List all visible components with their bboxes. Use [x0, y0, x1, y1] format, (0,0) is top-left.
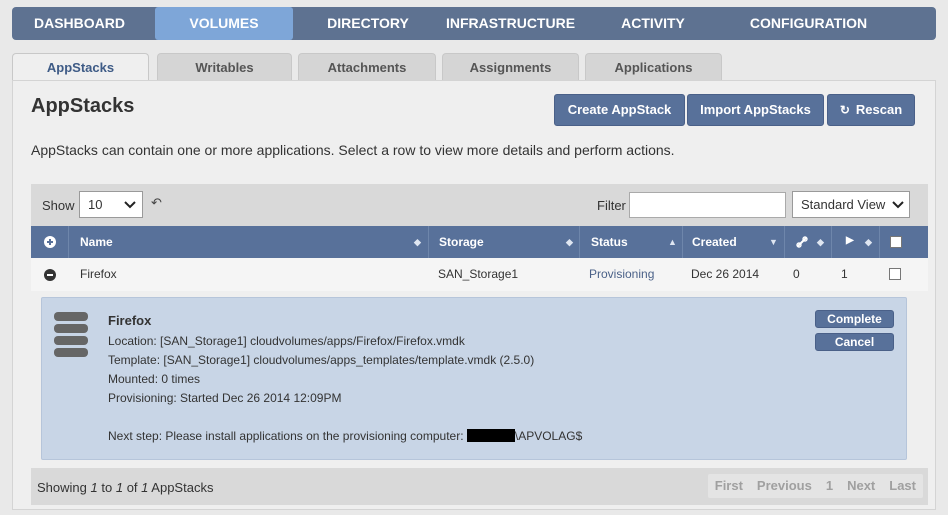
tab-appstacks[interactable]: AppStacks — [12, 53, 149, 81]
table-toolbar: Show 10 ↶ Filter Standard View — [31, 184, 928, 226]
showing-total: 1 — [141, 480, 149, 495]
view-select[interactable]: Standard View — [792, 191, 910, 218]
tab-writables[interactable]: Writables — [157, 53, 292, 80]
cell-status: Provisioning — [589, 267, 655, 281]
pager-first[interactable]: First — [708, 474, 750, 498]
refresh-icon: ↻ — [839, 103, 850, 117]
detail-title: Firefox — [108, 313, 152, 328]
tab-attachments[interactable]: Attachments — [298, 53, 436, 80]
link-icon[interactable] — [796, 236, 808, 248]
column-header-storage[interactable]: Storage — [439, 226, 484, 258]
main-panel: AppStacks Create AppStack Import AppStac… — [12, 80, 936, 510]
import-appstacks-button[interactable]: Import AppStacks — [687, 94, 824, 126]
detail-next-step: Next step: Please install applications o… — [108, 429, 582, 443]
showing-of: of — [126, 480, 138, 495]
sort-ascending-icon[interactable]: ▲ — [668, 236, 677, 248]
table-row[interactable]: Firefox SAN_Storage1 Provisioning Dec 26… — [31, 258, 928, 291]
showing-start: 1 — [90, 480, 98, 495]
pager-previous[interactable]: Previous — [750, 474, 819, 498]
column-header-name[interactable]: Name — [80, 226, 113, 258]
cell-applications: 1 — [841, 267, 848, 281]
sort-icon[interactable]: ◆ — [566, 236, 573, 248]
select-all-checkbox[interactable] — [890, 236, 902, 248]
filter-input[interactable] — [629, 192, 786, 218]
top-nav: DASHBOARD VOLUMES DIRECTORY INFRASTRUCTU… — [12, 7, 936, 40]
detail-template: Template: [SAN_Storage1] cloudvolumes/ap… — [108, 353, 535, 367]
view-select-value: Standard View — [801, 197, 886, 212]
cell-created: Dec 26 2014 — [691, 267, 760, 281]
cancel-button[interactable]: Cancel — [815, 333, 894, 351]
redacted-computer-name — [466, 429, 515, 442]
appstack-icon — [54, 312, 88, 357]
showing-label: Showing — [37, 480, 87, 495]
sort-icon[interactable]: ◆ — [414, 236, 421, 248]
column-header-status[interactable]: Status — [591, 226, 628, 258]
rescan-label: Rescan — [855, 102, 903, 117]
pager-page[interactable]: 1 — [819, 474, 840, 498]
showing-unit: AppStacks — [151, 480, 214, 495]
detail-mounted: Mounted: 0 times — [108, 372, 201, 386]
table-header: Name ◆ Storage ◆ Status ▲ Created ▼ ◆ ▶ … — [31, 226, 928, 258]
page-size-value: 10 — [88, 197, 103, 212]
nav-infrastructure[interactable]: INFRASTRUCTURE — [443, 7, 578, 40]
row-checkbox[interactable] — [889, 268, 901, 280]
showing-end: 1 — [115, 480, 124, 495]
create-appstack-button[interactable]: Create AppStack — [554, 94, 685, 126]
pager-last[interactable]: Last — [882, 474, 923, 498]
chevron-down-icon — [892, 201, 904, 209]
nav-activity[interactable]: ACTIVITY — [608, 7, 698, 40]
detail-location: Location: [SAN_Storage1] cloudvolumes/ap… — [108, 334, 465, 348]
sort-descending-icon[interactable]: ▼ — [769, 236, 778, 248]
showing-summary: Showing 1 to 1 of 1 AppStacks — [37, 480, 213, 495]
sort-icon[interactable]: ◆ — [817, 236, 824, 248]
nav-configuration[interactable]: CONFIGURATION — [728, 7, 889, 40]
sort-icon[interactable]: ◆ — [865, 236, 872, 248]
expand-all-icon[interactable] — [44, 236, 56, 248]
detail-provisioning: Provisioning: Started Dec 26 2014 12:09P… — [108, 391, 342, 405]
pager-next[interactable]: Next — [840, 474, 882, 498]
showing-to: to — [101, 480, 113, 495]
filter-label: Filter — [597, 198, 626, 213]
undo-icon[interactable]: ↶ — [151, 195, 162, 211]
table-footer: Showing 1 to 1 of 1 AppStacks First Prev… — [31, 468, 928, 505]
collapse-icon[interactable] — [44, 269, 56, 281]
page-title: AppStacks — [31, 95, 135, 117]
nav-dashboard[interactable]: DASHBOARD — [18, 7, 141, 40]
chevron-down-icon — [124, 201, 136, 209]
cell-attachments: 0 — [793, 267, 800, 281]
nav-volumes[interactable]: VOLUMES — [155, 7, 293, 40]
show-label: Show — [42, 198, 75, 213]
play-icon[interactable]: ▶ — [846, 235, 854, 246]
column-header-created[interactable]: Created — [692, 226, 737, 258]
cell-storage: SAN_Storage1 — [438, 267, 519, 281]
tab-applications[interactable]: Applications — [585, 53, 722, 80]
cell-name: Firefox — [80, 267, 117, 281]
rescan-button[interactable]: ↻ Rescan — [827, 94, 915, 126]
complete-button[interactable]: Complete — [815, 310, 894, 328]
nav-directory[interactable]: DIRECTORY — [315, 7, 421, 40]
pagination: First Previous 1 Next Last — [707, 474, 923, 498]
tab-assignments[interactable]: Assignments — [442, 53, 579, 80]
appstack-detail-panel: Firefox Location: [SAN_Storage1] cloudvo… — [41, 297, 907, 460]
page-description: AppStacks can contain one or more applic… — [31, 142, 675, 158]
page-size-select[interactable]: 10 — [79, 191, 143, 218]
next-step-suffix: \APVOLAG$ — [514, 429, 583, 443]
next-step-text: Next step: Please install applications o… — [108, 429, 467, 443]
